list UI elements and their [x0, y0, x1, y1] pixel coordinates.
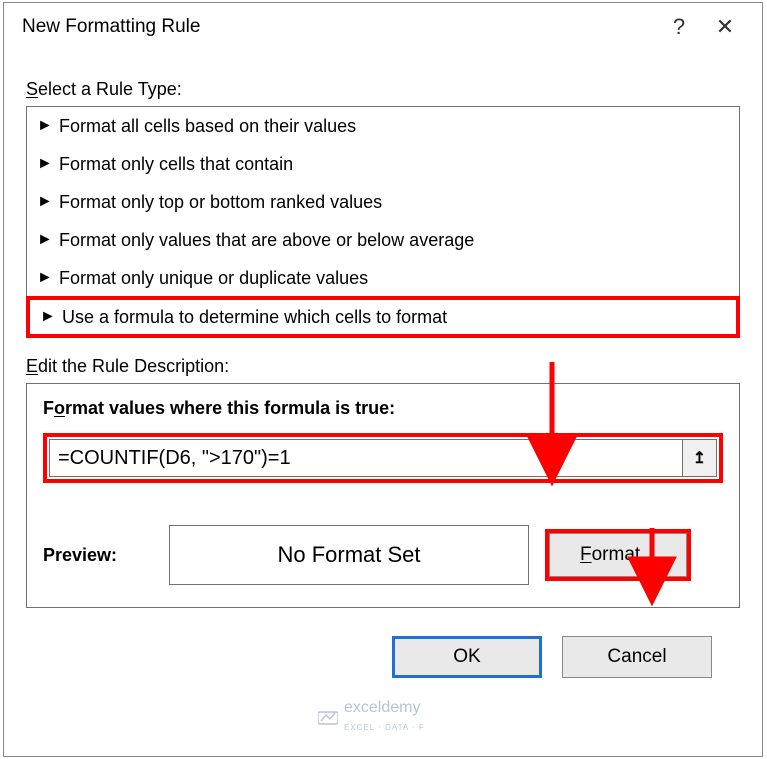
rule-type-accelerator: S — [26, 79, 38, 99]
close-button[interactable]: ✕ — [702, 5, 748, 49]
rule-glyph-icon: ► — [37, 117, 59, 135]
rule-glyph-icon: ► — [37, 193, 59, 211]
formula-row-highlight: ↥ — [43, 433, 723, 483]
preview-label: Preview: — [43, 545, 153, 566]
rule-glyph-icon: ► — [37, 231, 59, 249]
dialog-title: New Formatting Rule — [22, 16, 656, 38]
rule-glyph-icon: ► — [40, 308, 62, 326]
format-button-highlight: Format... — [545, 529, 691, 581]
format-accelerator: F — [580, 544, 592, 566]
rule-item-label: Format only values that are above or bel… — [59, 230, 474, 251]
format-button[interactable]: Format... — [549, 533, 687, 577]
dialog-content: Select a Rule Type: ► Format all cells b… — [4, 51, 762, 678]
rule-item-label: Format only unique or duplicate values — [59, 268, 368, 289]
preview-row: Preview: No Format Set Format... — [43, 525, 723, 585]
rule-item-label: Use a formula to determine which cells t… — [62, 307, 447, 328]
cancel-button[interactable]: Cancel — [562, 636, 712, 678]
rule-type-list[interactable]: ► Format all cells based on their values… — [26, 106, 740, 338]
rule-item-2[interactable]: ► Format only top or bottom ranked value… — [27, 183, 739, 221]
formula-input[interactable] — [49, 439, 683, 477]
rule-item-3[interactable]: ► Format only values that are above or b… — [27, 221, 739, 259]
rule-item-label: Format only cells that contain — [59, 154, 293, 175]
rule-item-1[interactable]: ► Format only cells that contain — [27, 145, 739, 183]
collapse-dialog-button[interactable]: ↥ — [683, 439, 717, 477]
rule-desc-label: Edit the Rule Description: — [26, 356, 740, 377]
preview-box: No Format Set — [169, 525, 529, 585]
rule-item-4[interactable]: ► Format only unique or duplicate values — [27, 259, 739, 297]
desc-accelerator: E — [26, 356, 38, 376]
titlebar: New Formatting Rule ? ✕ — [4, 3, 762, 51]
rule-type-label: Select a Rule Type: — [26, 79, 740, 100]
help-button[interactable]: ? — [656, 5, 702, 49]
rule-item-label: Format all cells based on their values — [59, 116, 356, 137]
rule-item-label: Format only top or bottom ranked values — [59, 192, 382, 213]
rule-glyph-icon: ► — [37, 269, 59, 287]
formula-accelerator: o — [54, 398, 65, 418]
formula-section-title: Format values where this formula is true… — [43, 398, 723, 419]
rule-item-0[interactable]: ► Format all cells based on their values — [27, 107, 739, 145]
dialog-footer: OK Cancel — [26, 608, 740, 678]
rule-glyph-icon: ► — [37, 155, 59, 173]
rule-desc-box: Format values where this formula is true… — [26, 383, 740, 608]
ok-button[interactable]: OK — [392, 636, 542, 678]
dialog-window: New Formatting Rule ? ✕ Select a Rule Ty… — [3, 2, 763, 757]
rule-item-5[interactable]: ► Use a formula to determine which cells… — [26, 296, 740, 338]
